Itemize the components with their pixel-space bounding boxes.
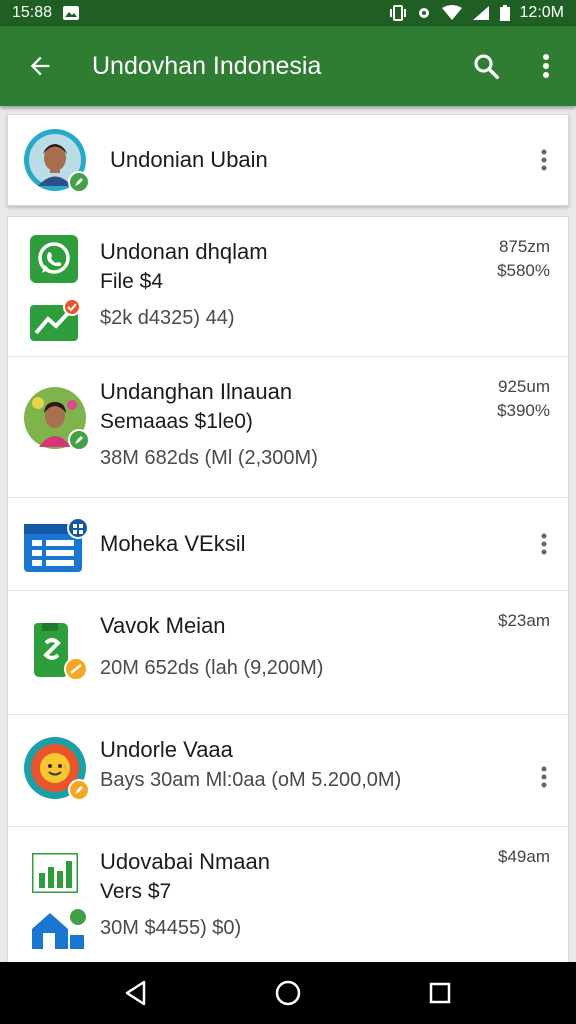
- item-meta: $49am: [498, 845, 550, 869]
- item-time: $23am: [498, 611, 550, 630]
- nav-recent-button[interactable]: [410, 963, 470, 1023]
- calendar-icon: [24, 518, 88, 572]
- list-item[interactable]: Undorle Vaaa Bays 30am Ml:0aa (oM 5.200,…: [8, 715, 568, 827]
- list-item[interactable]: Moheka VEksil: [8, 498, 568, 591]
- pinned-contact-name: Undonian Ubain: [110, 147, 268, 172]
- conversation-list: Undonan dhqlam File $4 $2k d4325) 44) 87…: [7, 216, 569, 964]
- item-time: 875zm: [498, 237, 550, 256]
- item-detail: 30M $4455) $0): [100, 917, 242, 939]
- item-overflow-button[interactable]: [520, 753, 568, 801]
- list-item[interactable]: Undonan dhqlam File $4 $2k d4325) 44) 87…: [8, 217, 568, 357]
- vibrate-icon: [389, 4, 406, 22]
- item-detail: 38M 682ds (Ml (2,300M): [100, 447, 318, 469]
- item-overflow-button[interactable]: [520, 520, 568, 568]
- search-icon: [474, 54, 499, 79]
- item-title: Moheka VEksil: [100, 531, 246, 556]
- pending-badge-icon: [68, 779, 90, 801]
- item-time: $49am: [498, 847, 550, 866]
- pinned-overflow-button[interactable]: [520, 136, 568, 184]
- more-vert-icon: [543, 54, 549, 78]
- signal-icon: [472, 5, 490, 21]
- back-button[interactable]: [0, 26, 80, 106]
- nav-back-button[interactable]: [106, 963, 166, 1023]
- circle-home-icon: [275, 980, 301, 1006]
- page-title: Undovhan Indonesia: [92, 51, 322, 80]
- more-vert-icon: [541, 766, 547, 788]
- home-icon: [32, 907, 88, 949]
- item-percent: $580%: [497, 261, 550, 280]
- more-vert-icon: [541, 149, 547, 171]
- online-badge-icon: [68, 171, 90, 193]
- online-badge-icon: [68, 429, 90, 451]
- list-item[interactable]: Vavok Meian 20M 652ds (lah (9,200M) $23a…: [8, 591, 568, 715]
- item-title: Undorle Vaaa: [100, 737, 233, 762]
- item-meta: $23am: [498, 609, 550, 633]
- item-detail: 20M 652ds (lah (9,200M): [100, 657, 324, 679]
- bar-chart-icon: [32, 853, 78, 893]
- battery-icon: [499, 5, 510, 21]
- triangle-back-icon: [125, 980, 146, 1006]
- item-time: 925um: [498, 377, 550, 396]
- image-notification-icon: [62, 5, 80, 21]
- sun-avatar-icon: [24, 737, 90, 801]
- status-bar: 15:88 12:0M: [0, 0, 576, 26]
- wallet-icon: [34, 623, 88, 681]
- avatar: [24, 387, 90, 451]
- more-vert-icon: [541, 533, 547, 555]
- trending-chart-icon: [30, 299, 80, 341]
- status-time-left: 15:88: [12, 4, 53, 21]
- wifi-icon: [441, 5, 462, 21]
- system-nav-bar: [0, 962, 576, 1024]
- square-recent-icon: [429, 982, 451, 1004]
- more-options-button[interactable]: [516, 26, 576, 106]
- item-detail: $2k d4325) 44): [100, 307, 235, 329]
- item-subtitle: Vers $7: [100, 880, 172, 903]
- settings-status-icon: [416, 5, 432, 21]
- avatar: [24, 129, 90, 193]
- list-item[interactable]: Undanghan Ilnauan Semaaas $1le0) 38M 682…: [8, 357, 568, 498]
- app-bar: Undovhan Indonesia: [0, 26, 576, 106]
- item-meta: 875zm $580%: [497, 235, 550, 283]
- item-meta: 925um $390%: [497, 375, 550, 423]
- nav-home-button[interactable]: [258, 963, 318, 1023]
- search-button[interactable]: [456, 26, 516, 106]
- arrow-back-icon: [30, 56, 50, 76]
- whatsapp-icon: [30, 235, 78, 283]
- list-item[interactable]: Udovabai Nmaan Vers $7 30M $4455) $0) $4…: [8, 827, 568, 963]
- status-time-right: 12:0M: [519, 4, 564, 21]
- item-percent: $390%: [497, 401, 550, 420]
- pinned-contact-card[interactable]: Undonian Ubain: [7, 114, 569, 206]
- item-detail: Bays 30am Ml:0aa (oM 5.200,0M): [100, 769, 402, 791]
